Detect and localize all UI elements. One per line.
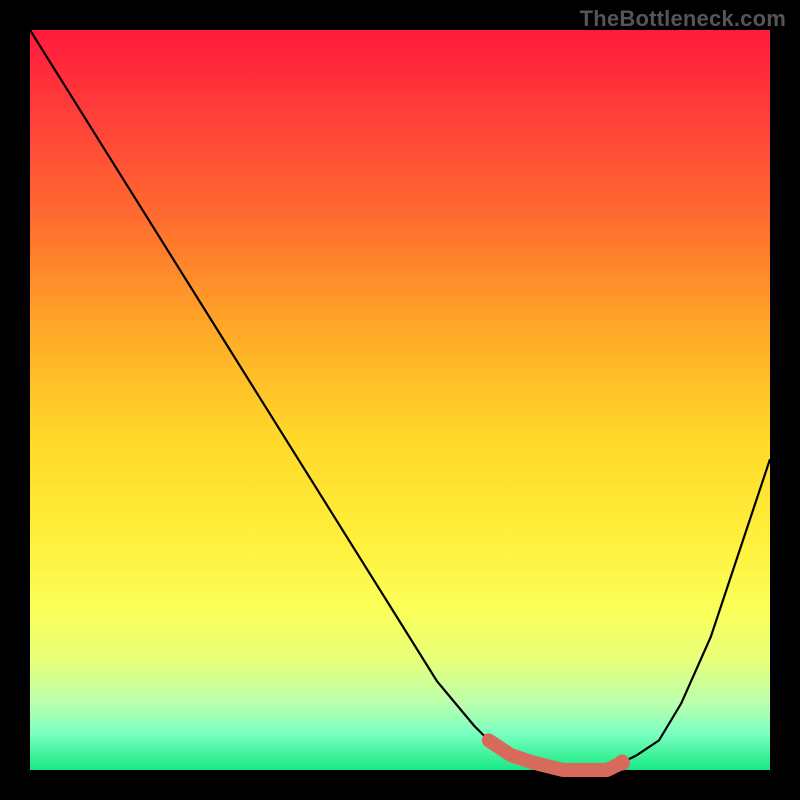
chart-frame: TheBottleneck.com: [0, 0, 800, 800]
optimal-range-highlight: [489, 740, 622, 770]
optimal-marker: [614, 755, 630, 771]
plot-area: [30, 30, 770, 770]
chart-svg: [30, 30, 770, 770]
bottleneck-curve: [30, 30, 770, 770]
attribution-text: TheBottleneck.com: [580, 6, 786, 32]
